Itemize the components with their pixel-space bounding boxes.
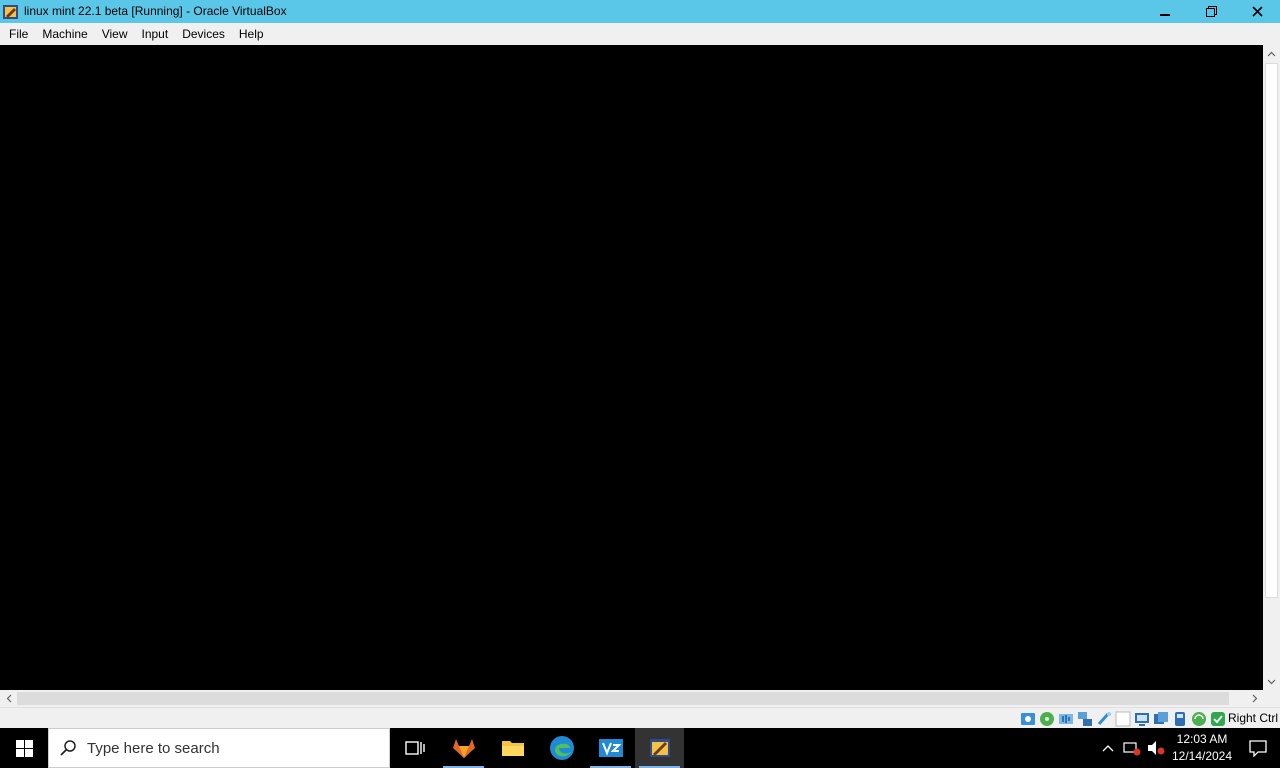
host-key-label[interactable]: Right Ctrl bbox=[1228, 708, 1278, 729]
window-title: linux mint 22.1 beta [Running] - Oracle … bbox=[24, 4, 287, 18]
taskbar: 12:03 AM 12/14/2024 bbox=[0, 728, 1280, 768]
network-tray-button[interactable] bbox=[1120, 728, 1144, 768]
volume-muted-icon bbox=[1148, 741, 1165, 755]
edge-icon bbox=[549, 736, 574, 760]
chevron-right-icon bbox=[1252, 694, 1257, 703]
vertical-scrollbar[interactable] bbox=[1263, 45, 1280, 690]
status-bar: Right Ctrl bbox=[0, 707, 1280, 728]
menu-view[interactable]: View bbox=[95, 23, 135, 45]
virtualbox-icon bbox=[649, 739, 670, 757]
audio-icon[interactable] bbox=[1058, 711, 1074, 727]
notifications-button[interactable] bbox=[1236, 728, 1280, 768]
virtualbox-app-icon[interactable] bbox=[2, 3, 20, 21]
start-button[interactable] bbox=[0, 728, 48, 768]
volume-tray-button[interactable] bbox=[1144, 728, 1168, 768]
close-icon bbox=[1251, 6, 1263, 17]
horizontal-scroll-thumb[interactable] bbox=[17, 692, 1229, 705]
chevron-left-icon bbox=[6, 694, 11, 703]
visual-studio-icon bbox=[598, 739, 623, 757]
chevron-up-icon bbox=[1102, 745, 1114, 752]
scroll-down-button[interactable] bbox=[1263, 673, 1280, 690]
scroll-left-button[interactable] bbox=[0, 690, 17, 707]
menu-machine[interactable]: Machine bbox=[35, 23, 94, 45]
chevron-up-icon bbox=[1267, 51, 1276, 56]
restore-button[interactable] bbox=[1188, 0, 1234, 23]
vertical-scroll-thumb[interactable] bbox=[1265, 63, 1278, 598]
chevron-down-icon bbox=[1267, 679, 1276, 684]
system-tray: 12:03 AM 12/14/2024 bbox=[1096, 728, 1280, 768]
shared-folders-icon[interactable] bbox=[1115, 711, 1131, 727]
taskbar-app-gitlab[interactable] bbox=[439, 728, 488, 768]
taskbar-app-visual-studio[interactable] bbox=[586, 728, 635, 768]
show-hidden-icons-button[interactable] bbox=[1096, 728, 1120, 768]
windows-logo-icon bbox=[15, 739, 33, 757]
horizontal-scrollbar[interactable] bbox=[0, 690, 1263, 707]
scroll-right-button[interactable] bbox=[1246, 690, 1263, 707]
taskbar-app-edge[interactable] bbox=[537, 728, 586, 768]
clock-date: 12/14/2024 bbox=[1171, 749, 1233, 763]
mouse-integration-icon[interactable] bbox=[1172, 711, 1188, 727]
minimize-icon bbox=[1160, 13, 1170, 16]
menu-bar: File Machine View Input Devices Help bbox=[0, 23, 1280, 45]
menu-input[interactable]: Input bbox=[135, 23, 176, 45]
minimize-button[interactable] bbox=[1142, 0, 1188, 23]
gitlab-icon bbox=[452, 739, 475, 758]
keyboard-icon[interactable] bbox=[1210, 711, 1226, 727]
title-bar: linux mint 22.1 beta [Running] - Oracle … bbox=[0, 0, 1280, 23]
network-disconnected-icon bbox=[1123, 742, 1141, 756]
status-icons bbox=[1020, 710, 1226, 727]
clock-time: 12:03 AM bbox=[1176, 732, 1228, 746]
cpu-icon[interactable] bbox=[1191, 711, 1207, 727]
folder-icon bbox=[501, 741, 524, 756]
menu-help[interactable]: Help bbox=[232, 23, 271, 45]
taskbar-search-box[interactable] bbox=[48, 728, 390, 768]
taskbar-app-file-explorer[interactable] bbox=[488, 728, 537, 768]
restore-icon bbox=[1205, 6, 1217, 17]
notification-icon bbox=[1249, 740, 1267, 757]
taskbar-app-virtualbox[interactable] bbox=[635, 728, 684, 768]
search-icon-wrap bbox=[49, 739, 87, 757]
hard-disk-icon[interactable] bbox=[1020, 711, 1036, 727]
network-icon[interactable] bbox=[1077, 711, 1093, 727]
search-input[interactable] bbox=[87, 739, 377, 757]
task-view-button[interactable] bbox=[390, 728, 439, 768]
usb-icon[interactable] bbox=[1096, 711, 1112, 727]
vm-display[interactable] bbox=[0, 45, 1263, 690]
menu-devices[interactable]: Devices bbox=[175, 23, 232, 45]
video-capture-icon[interactable] bbox=[1153, 711, 1169, 727]
clock[interactable]: 12:03 AM 12/14/2024 bbox=[1168, 728, 1236, 768]
menu-file[interactable]: File bbox=[2, 23, 35, 45]
scrollbar-corner bbox=[1263, 690, 1280, 707]
scroll-up-button[interactable] bbox=[1263, 45, 1280, 62]
display-icon[interactable] bbox=[1134, 711, 1150, 727]
window-controls bbox=[1142, 0, 1280, 23]
task-view-icon bbox=[404, 741, 425, 755]
close-button[interactable] bbox=[1234, 0, 1280, 23]
search-icon bbox=[60, 740, 76, 756]
optical-drive-icon[interactable] bbox=[1039, 711, 1055, 727]
